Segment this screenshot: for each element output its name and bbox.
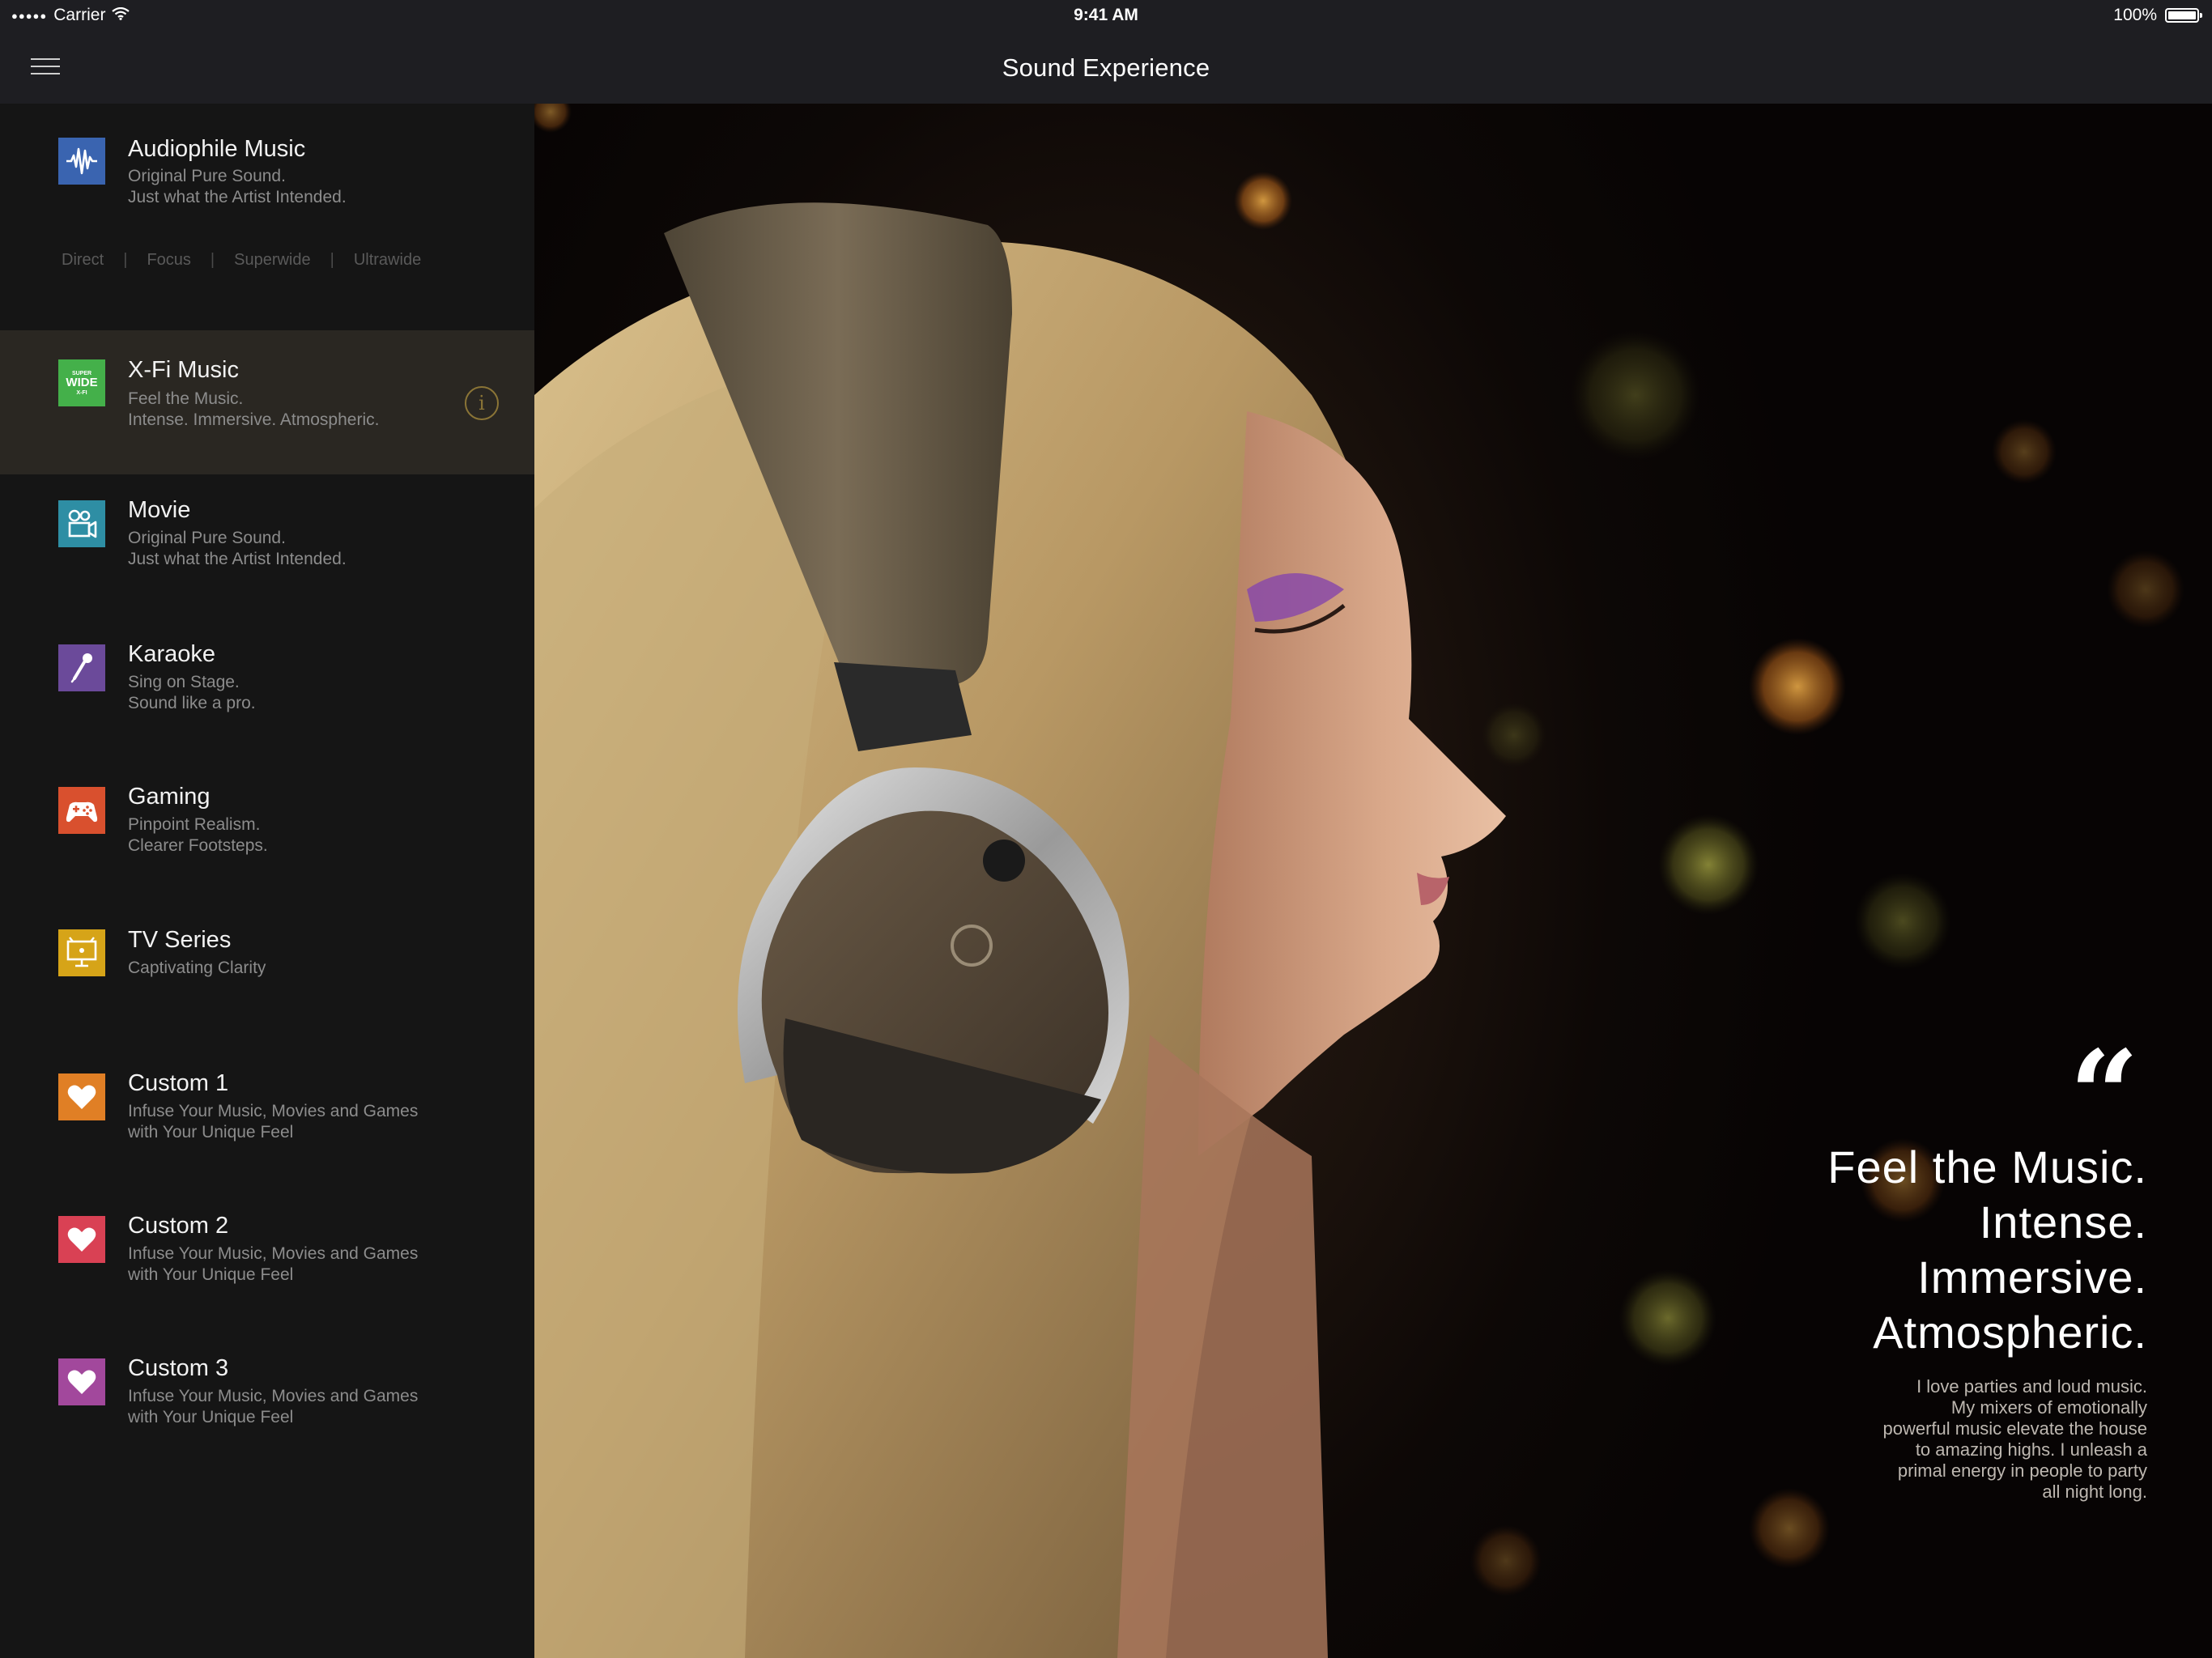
mode-desc-line1: Infuse Your Music, Movies and Games <box>128 1244 419 1263</box>
headline-line: Atmospheric. <box>1873 1307 2147 1358</box>
submode-ultrawide[interactable]: Ultrawide <box>354 251 421 270</box>
mode-title: Custom 2 <box>128 1213 229 1239</box>
mode-item-karaoke[interactable]: Karaoke Sing on Stage. Sound like a pro. <box>0 619 534 761</box>
mode-title: Karaoke <box>128 641 216 667</box>
mode-desc-line2: with Your Unique Feel <box>128 1408 294 1426</box>
quote-line: all night long. <box>2042 1482 2147 1502</box>
quote-line: to amazing highs. I unleash a <box>1915 1439 2147 1460</box>
heart-icon <box>58 1358 105 1405</box>
quote-line: My mixers of emotionally <box>1950 1397 2147 1418</box>
mode-desc-line1: Captivating Clarity <box>128 959 266 977</box>
mode-item-custom-1[interactable]: Custom 1 Infuse Your Music, Movies and G… <box>0 1048 534 1190</box>
gamepad-icon <box>58 787 105 834</box>
mode-title: Movie <box>128 497 191 523</box>
battery-icon <box>2165 8 2202 23</box>
mode-desc-line1: Original Pure Sound. <box>128 529 286 547</box>
mode-desc-line2: Intense. Immersive. Atmospheric. <box>128 410 380 429</box>
mode-desc-line1: Infuse Your Music, Movies and Games <box>128 1102 419 1120</box>
mode-title: TV Series <box>128 927 232 953</box>
mode-title: Audiophile Music <box>128 136 306 162</box>
mode-item-gaming[interactable]: Gaming Pinpoint Realism. Clearer Footste… <box>0 761 534 903</box>
app-window: ●●●●● Carrier 9:41 AM 100% Sound Experie… <box>0 0 2212 1658</box>
info-button[interactable]: i <box>465 386 499 420</box>
mode-item-movie[interactable]: Movie Original Pure Sound. Just what the… <box>0 474 534 619</box>
tv-icon <box>58 929 105 976</box>
sound-mode-sidebar: Audiophile Music Original Pure Sound. Ju… <box>0 104 535 1658</box>
mode-desc-line2: with Your Unique Feel <box>128 1265 294 1284</box>
hero-quote-text: I love parties and loud music. My mixers… <box>1823 1376 2147 1503</box>
heart-icon <box>58 1073 105 1120</box>
quote-line: powerful music elevate the house <box>1882 1418 2147 1439</box>
mode-item-xfi-music[interactable]: SUPER WIDE X-FI X-Fi Music Feel the Musi… <box>0 330 534 474</box>
audiophile-submode-selector: Direct | Focus | Superwide | Ultrawide <box>62 251 421 270</box>
mode-title: X-Fi Music <box>128 357 239 383</box>
submode-superwide[interactable]: Superwide <box>234 251 311 270</box>
movie-camera-icon <box>58 500 105 547</box>
mode-desc-line1: Pinpoint Realism. <box>128 815 261 834</box>
submode-focus[interactable]: Focus <box>147 251 190 270</box>
mode-desc-line2: Clearer Footsteps. <box>128 836 268 855</box>
submode-direct[interactable]: Direct <box>62 251 104 270</box>
mode-desc-line1: Sing on Stage. <box>128 673 240 691</box>
svg-text:WIDE: WIDE <box>66 376 97 389</box>
mode-title: Custom 3 <box>128 1355 229 1381</box>
mode-desc-line1: Feel the Music. <box>128 389 244 408</box>
status-bar: ●●●●● Carrier 9:41 AM 100% <box>0 0 2212 32</box>
status-right: 100% <box>2113 6 2202 25</box>
mode-item-audiophile-music[interactable]: Audiophile Music Original Pure Sound. Ju… <box>0 104 534 330</box>
mode-title: Custom 1 <box>128 1070 229 1096</box>
mode-desc-line1: Original Pure Sound. <box>128 167 286 185</box>
mode-item-custom-3[interactable]: Custom 3 Infuse Your Music, Movies and G… <box>0 1333 534 1475</box>
headline-line: Feel the Music. <box>1827 1141 2147 1192</box>
mode-item-tv-series[interactable]: TV Series Captivating Clarity <box>0 903 534 1048</box>
submode-divider: | <box>210 251 215 269</box>
battery-percent: 100% <box>2113 6 2157 24</box>
mode-title: Gaming <box>128 784 211 810</box>
quote-line: primal energy in people to party <box>1897 1460 2147 1481</box>
svg-text:X-FI: X-FI <box>76 390 87 396</box>
headline-line: Intense. <box>1979 1197 2147 1248</box>
submode-divider: | <box>330 251 334 269</box>
waveform-icon <box>58 138 105 185</box>
navigation-bar: Sound Experience <box>0 32 2212 104</box>
mode-item-custom-2[interactable]: Custom 2 Infuse Your Music, Movies and G… <box>0 1190 534 1333</box>
submode-divider: | <box>123 251 128 269</box>
hero-headline: Feel the Music. Intense. Immersive. Atmo… <box>1827 1140 2147 1360</box>
mode-desc-line2: Just what the Artist Intended. <box>128 188 347 206</box>
status-time: 9:41 AM <box>1074 6 1138 24</box>
quote-line: I love parties and loud music. <box>1916 1376 2147 1397</box>
heart-icon <box>58 1216 105 1263</box>
super-wide-xfi-icon: SUPER WIDE X-FI <box>58 359 105 406</box>
headline-line: Immersive. <box>1917 1252 2147 1303</box>
mode-desc-line2: Sound like a pro. <box>128 694 256 712</box>
hero-panel: “ Feel the Music. Intense. Immersive. At… <box>534 104 2212 1658</box>
microphone-icon <box>58 644 105 691</box>
page-title: Sound Experience <box>1002 53 1210 82</box>
mode-desc-line2: with Your Unique Feel <box>128 1123 294 1141</box>
quote-mark-icon: “ <box>2069 1024 2139 1167</box>
mode-desc-line1: Infuse Your Music, Movies and Games <box>128 1387 419 1405</box>
mode-desc-line2: Just what the Artist Intended. <box>128 550 347 568</box>
